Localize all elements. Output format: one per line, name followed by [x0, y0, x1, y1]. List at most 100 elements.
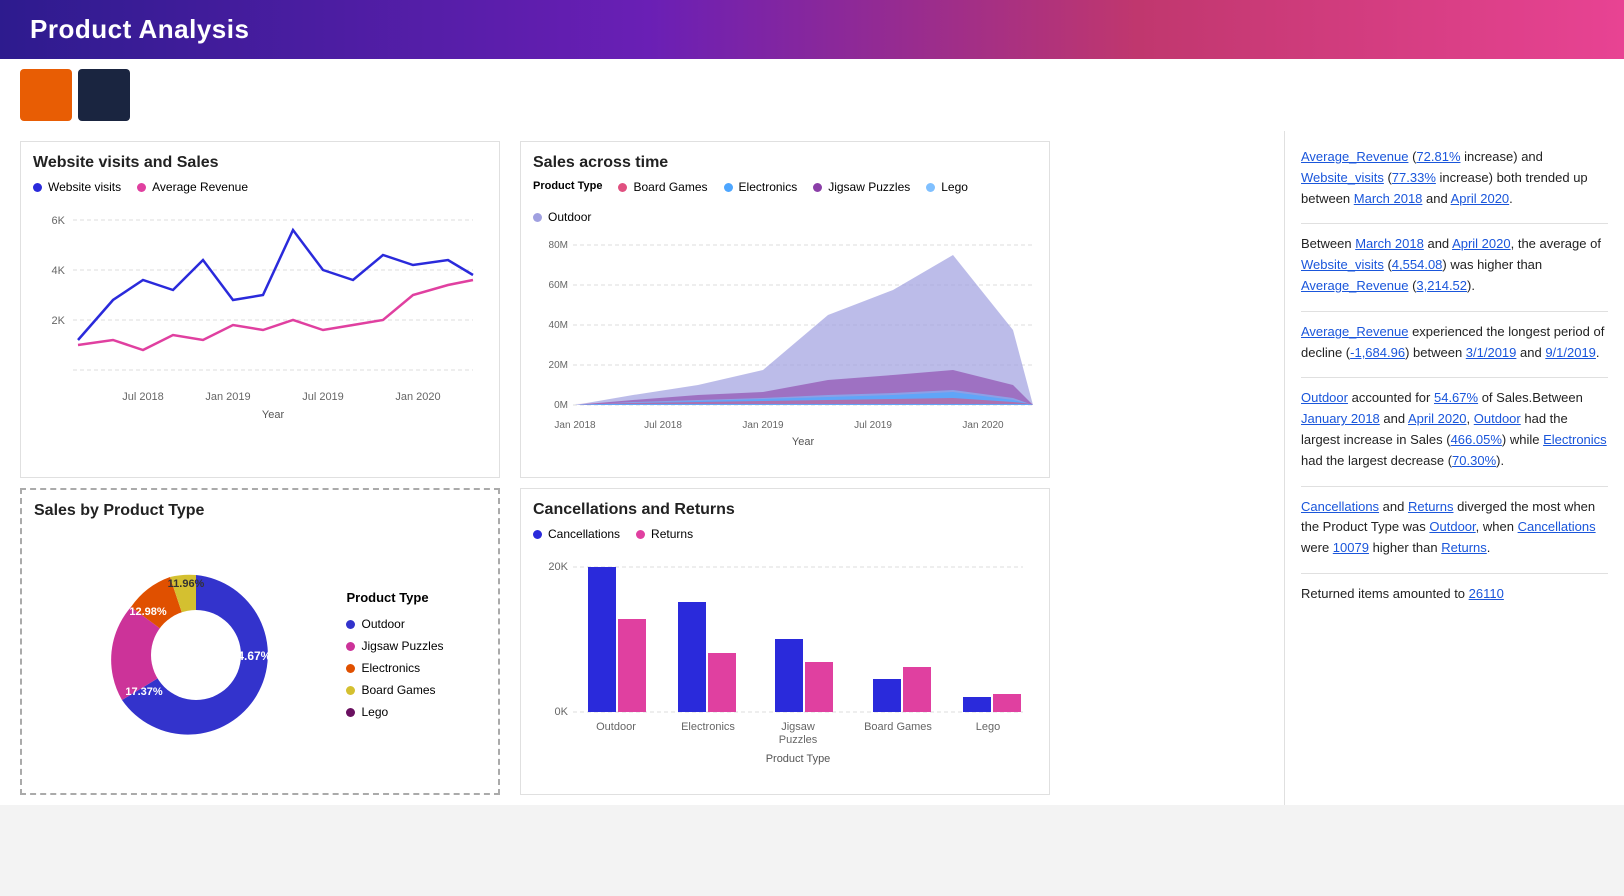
link-jan-2018[interactable]: January 2018: [1301, 411, 1380, 426]
page-header: Product Analysis: [0, 0, 1624, 59]
svg-text:Jul 2018: Jul 2018: [644, 420, 682, 431]
link-outdoor-2[interactable]: Outdoor: [1474, 411, 1521, 426]
logo-area: [0, 59, 150, 131]
link-10079[interactable]: 10079: [1333, 540, 1369, 555]
link-start-date[interactable]: 3/1/2019: [1466, 345, 1517, 360]
cancellations-dot: [533, 530, 542, 539]
link-website-visits-1[interactable]: Website_visits: [1301, 170, 1384, 185]
website-visits-title: Website visits and Sales: [33, 154, 487, 172]
donut-legend-title: Product Type: [346, 590, 443, 605]
outdoor-label: Outdoor: [548, 210, 591, 224]
svg-text:12.98%: 12.98%: [130, 606, 168, 618]
link-4554[interactable]: 4,554.08: [1392, 257, 1443, 272]
link-7030[interactable]: 70.30%: [1452, 453, 1496, 468]
svg-text:Jan 2020: Jan 2020: [395, 391, 440, 403]
legend-electronics: Electronics: [724, 180, 798, 194]
link-466[interactable]: 466.05%: [1451, 432, 1502, 447]
jigsaw-returns-bar: [805, 662, 833, 712]
charts-area: Website visits and Sales Website visits …: [0, 131, 1284, 805]
link-26110[interactable]: 26110: [1469, 586, 1504, 601]
link-returns[interactable]: Returns: [1408, 499, 1454, 514]
link-3214[interactable]: 3,214.52: [1416, 278, 1467, 293]
link-end-date[interactable]: 9/1/2019: [1545, 345, 1596, 360]
electronics-cancellations-bar: [678, 602, 706, 712]
link-march-2018-2[interactable]: March 2018: [1355, 236, 1424, 251]
lego-donut-label: Lego: [361, 705, 388, 719]
cancel-legend: Cancellations Returns: [533, 527, 1037, 541]
link-5467[interactable]: 54.67%: [1434, 390, 1478, 405]
svg-text:Board Games: Board Games: [864, 721, 932, 733]
legend-website-visits: Website visits: [33, 180, 121, 194]
jigsaw-label: Jigsaw Puzzles: [828, 180, 910, 194]
lego-dot: [926, 183, 935, 192]
insight-6: Returned items amounted to 26110: [1301, 584, 1608, 605]
board-games-label: Board Games: [633, 180, 707, 194]
sales-time-title: Sales across time: [533, 154, 1037, 172]
insight-5: Cancellations and Returns diverged the m…: [1301, 497, 1608, 559]
cancel-title: Cancellations and Returns: [533, 501, 1037, 519]
legend-avg-revenue: Average Revenue: [137, 180, 248, 194]
link-cancellations[interactable]: Cancellations: [1301, 499, 1379, 514]
insight-1: Average_Revenue (72.81% increase) and We…: [1301, 147, 1608, 209]
product-type-label: Product Type: [533, 180, 602, 194]
cancel-svg: 20K 0K: [533, 547, 1033, 777]
link-avg-revenue-2[interactable]: Average_Revenue: [1301, 278, 1408, 293]
link-avg-revenue-1[interactable]: Average_Revenue: [1301, 149, 1408, 164]
website-visits-legend: Website visits Average Revenue: [33, 180, 487, 194]
link-april-2020-2[interactable]: April 2020: [1452, 236, 1511, 251]
electronics-returns-bar: [708, 653, 736, 712]
sales-time-chart: Sales across time Product Type Board Gam…: [520, 141, 1050, 478]
bottom-row: Sales by Product Type: [20, 488, 1264, 795]
legend-returns: Returns: [636, 527, 693, 541]
lego-donut-dot: [346, 708, 355, 717]
link-72[interactable]: 72.81%: [1416, 149, 1460, 164]
electronics-label: Electronics: [739, 180, 798, 194]
outdoor-dot: [533, 213, 542, 222]
link-electronics[interactable]: Electronics: [1543, 432, 1607, 447]
legend-jigsaw-donut: Jigsaw Puzzles: [346, 639, 443, 653]
link-77[interactable]: 77.33%: [1392, 170, 1436, 185]
svg-text:Jan 2019: Jan 2019: [205, 391, 250, 403]
boardgames-donut-label: Board Games: [361, 683, 435, 697]
link-outdoor-3[interactable]: Outdoor: [1429, 519, 1475, 534]
legend-boardgames-donut: Board Games: [346, 683, 443, 697]
sales-time-svg: 80M 60M 40M 20M 0M Jan: [533, 230, 1043, 460]
svg-text:6K: 6K: [52, 215, 66, 227]
svg-text:Jul 2018: Jul 2018: [122, 391, 164, 403]
svg-text:20K: 20K: [548, 561, 568, 573]
legend-website-visits-label: Website visits: [48, 180, 121, 194]
svg-text:Year: Year: [262, 409, 285, 421]
legend-outdoor-donut: Outdoor: [346, 617, 443, 631]
outdoor-donut-dot: [346, 620, 355, 629]
legend-board-games: Board Games: [618, 180, 707, 194]
avg-revenue-dot: [137, 183, 146, 192]
outdoor-donut-label: Outdoor: [361, 617, 404, 631]
link-decline[interactable]: -1,684.96: [1350, 345, 1405, 360]
cancel-chart: Cancellations and Returns Cancellations …: [520, 488, 1050, 795]
cancellations-label: Cancellations: [548, 527, 620, 541]
link-avg-revenue-3[interactable]: Average_Revenue: [1301, 324, 1408, 339]
link-returns-2[interactable]: Returns: [1441, 540, 1487, 555]
link-march-2018[interactable]: March 2018: [1354, 191, 1423, 206]
donut-legend: Product Type Outdoor Jigsaw Puzzles Elec…: [336, 590, 443, 719]
website-visits-dot: [33, 183, 42, 192]
insight-3: Average_Revenue experienced the longest …: [1301, 322, 1608, 364]
lego-cancellations-bar: [963, 697, 991, 712]
svg-text:Year: Year: [792, 436, 815, 448]
link-april-2020-1[interactable]: April 2020: [1451, 191, 1510, 206]
link-outdoor-1[interactable]: Outdoor: [1301, 390, 1348, 405]
svg-text:0M: 0M: [554, 400, 568, 411]
electronics-donut-dot: [346, 664, 355, 673]
page-title: Product Analysis: [30, 14, 249, 45]
returns-label: Returns: [651, 527, 693, 541]
link-april-2020-3[interactable]: April 2020: [1408, 411, 1467, 426]
legend-lego-donut: Lego: [346, 705, 443, 719]
link-cancellations-2[interactable]: Cancellations: [1518, 519, 1596, 534]
svg-text:80M: 80M: [549, 240, 568, 251]
main-content: Website visits and Sales Website visits …: [0, 131, 1624, 805]
svg-text:4K: 4K: [52, 265, 66, 277]
legend-lego: Lego: [926, 180, 968, 194]
link-website-visits-2[interactable]: Website_visits: [1301, 257, 1384, 272]
jigsaw-donut-label: Jigsaw Puzzles: [361, 639, 443, 653]
legend-jigsaw: Jigsaw Puzzles: [813, 180, 910, 194]
